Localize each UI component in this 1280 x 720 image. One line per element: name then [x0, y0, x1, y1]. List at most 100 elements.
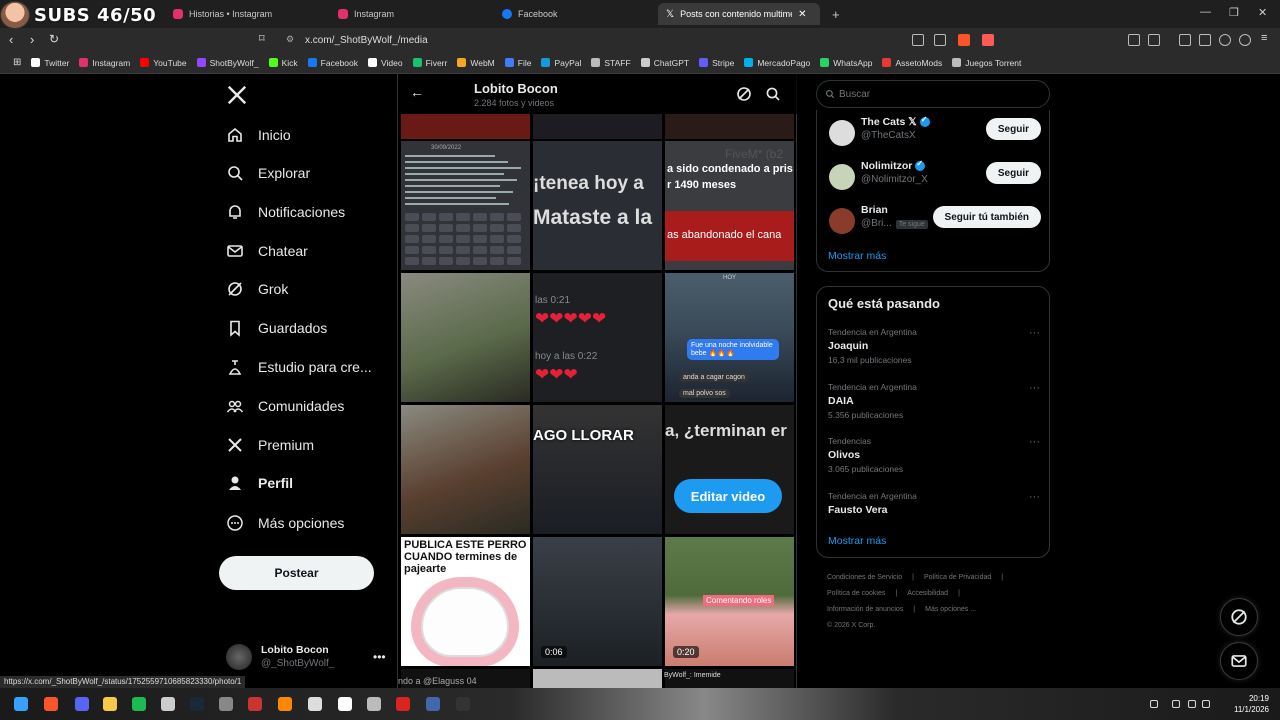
trend-more-icon[interactable]: ···	[1029, 382, 1040, 394]
bookmark-item[interactable]: MercadoPago	[739, 58, 815, 68]
windows-start-icon[interactable]	[14, 697, 28, 711]
tab-facebook[interactable]: Facebook	[494, 3, 654, 25]
bookmark-item[interactable]: Fiverr	[408, 58, 453, 68]
search-icon[interactable]	[765, 86, 781, 102]
media-tile[interactable]: AGO LLORAR	[533, 405, 662, 534]
more-options-link[interactable]: Más opciones ...	[925, 606, 976, 613]
bookmark-item[interactable]: WhatsApp	[815, 58, 877, 68]
file-explorer-icon[interactable]	[103, 697, 117, 711]
app-icon[interactable]	[248, 697, 262, 711]
follow-button[interactable]: Seguir	[985, 118, 1041, 140]
terms-link[interactable]: Condiciones de Servicio	[827, 574, 902, 581]
grok-fab-button[interactable]	[1220, 598, 1258, 636]
nav-item-grok[interactable]: Grok	[226, 274, 288, 304]
bookmark-page-icon[interactable]: ⌑	[259, 32, 265, 45]
x-logo-icon[interactable]	[226, 84, 248, 106]
privacy-link[interactable]: Política de Privacidad	[924, 574, 991, 581]
app-icon[interactable]	[338, 697, 352, 711]
follow-suggestion[interactable]: Nolimitzor @Nolimitzor_X Seguir	[827, 158, 1041, 198]
bookmark-item[interactable]: Instagram	[74, 58, 135, 68]
volume-icon[interactable]	[1202, 700, 1210, 708]
show-more-trends-link[interactable]: Mostrar más	[828, 535, 886, 547]
nav-item-inicio[interactable]: Inicio	[226, 120, 291, 150]
tab-instagram[interactable]: Instagram	[330, 3, 490, 25]
nav-item-perfil[interactable]: Perfil	[226, 468, 293, 498]
follow-suggestion[interactable]: Brian @Bri... Te sigue Seguir tú también	[827, 202, 1041, 242]
follow-suggestion[interactable]: The Cats 𝕏 @TheCatsX Seguir	[827, 114, 1041, 154]
url-input[interactable]: ⚙ x.com/_ShotByWolf_/media	[280, 31, 1000, 49]
bookmark-item[interactable]: PayPal	[536, 58, 586, 68]
tab-groups-icon[interactable]	[1148, 34, 1160, 46]
nav-item-explorar[interactable]: Explorar	[226, 158, 310, 188]
maximize-icon[interactable]: ❐	[1229, 6, 1239, 19]
bookmark-item[interactable]: Video	[363, 58, 408, 68]
sidebar-icon[interactable]	[1179, 34, 1191, 46]
trend-item[interactable]: Tendencia en Argentina Joaquin 16,3 mil pu…	[828, 327, 1040, 377]
follow-button[interactable]: Seguir	[985, 162, 1041, 184]
close-tab-icon[interactable]: ✕	[798, 9, 806, 20]
spotify-icon[interactable]	[132, 697, 146, 711]
media-tile[interactable]	[401, 405, 530, 534]
new-tab-button[interactable]: +	[824, 3, 848, 25]
share-icon[interactable]	[934, 34, 946, 46]
media-tile[interactable]: a, ¿terminan er Editar video	[665, 405, 794, 534]
bookmark-item[interactable]: AssetoMods	[877, 58, 947, 68]
show-more-follows-link[interactable]: Mostrar más	[828, 250, 886, 262]
brave-icon[interactable]	[44, 697, 58, 711]
app-icon[interactable]	[308, 697, 322, 711]
media-tile[interactable]	[401, 114, 530, 139]
app-icon[interactable]	[219, 697, 233, 711]
trend-item[interactable]: Tendencias Olivos 3.065 publicaciones ···	[828, 436, 1040, 486]
bookmark-item[interactable]: WebM	[452, 58, 499, 68]
trend-more-icon[interactable]: ···	[1029, 327, 1040, 339]
edit-video-button[interactable]: Editar video	[674, 479, 782, 513]
media-tile[interactable]: 0:06	[533, 537, 662, 666]
media-tile[interactable]: 30/09/2022	[401, 141, 530, 270]
nav-item-notificaciones[interactable]: Notificaciones	[226, 197, 345, 227]
trend-item[interactable]: Tendencia en Argentina DAIA 5.356 publicac…	[828, 382, 1040, 432]
follow-button[interactable]: Seguir tú también	[932, 206, 1041, 228]
menu-icon[interactable]: ≡	[1261, 32, 1267, 44]
bookmark-item[interactable]: Kick	[264, 58, 303, 68]
taskbar-clock[interactable]: 20:19 11/1/2026	[1225, 693, 1269, 715]
back-icon[interactable]: ‹	[9, 32, 13, 47]
cast-icon[interactable]	[912, 34, 924, 46]
trend-item[interactable]: Tendencia en Argentina Fausto Vera ···	[828, 491, 1040, 541]
bookmark-item[interactable]: File	[500, 58, 537, 68]
bookmark-item[interactable]: YouTube	[135, 58, 191, 68]
nav-item-premium[interactable]: Premium	[226, 430, 314, 460]
site-info-icon[interactable]: ⚙	[286, 34, 294, 45]
apps-grid-icon[interactable]: ⊞	[8, 57, 26, 68]
trend-more-icon[interactable]: ···	[1029, 491, 1040, 503]
media-tile[interactable]	[401, 273, 530, 402]
minimize-icon[interactable]: —	[1200, 6, 1211, 18]
media-tile[interactable]	[533, 669, 662, 688]
messages-fab-button[interactable]	[1220, 642, 1258, 680]
bookmark-item[interactable]: ChatGPT	[636, 58, 694, 68]
bookmark-item[interactable]: Facebook	[303, 58, 363, 68]
bookmark-item[interactable]: STAFF	[586, 58, 635, 68]
nav-item-estudio-para-cre[interactable]: Estudio para cre...	[226, 352, 372, 382]
media-tile[interactable]: ¡tenea hoy a Mataste a la	[533, 141, 662, 270]
network-icon[interactable]	[1188, 700, 1196, 708]
discord-icon[interactable]	[75, 697, 89, 711]
nav-item-guardados[interactable]: Guardados	[226, 313, 327, 343]
media-tile[interactable]: HOY Fue una noche inolvidable bebe 🔥🔥🔥 and…	[665, 273, 794, 402]
trend-more-icon[interactable]: ···	[1029, 436, 1040, 448]
cookies-link[interactable]: Política de cookies	[827, 590, 885, 597]
brave-rewards-icon[interactable]	[982, 34, 994, 46]
leo-ai-icon[interactable]	[1219, 34, 1231, 46]
grok-icon[interactable]	[736, 86, 752, 102]
extensions-icon[interactable]	[1128, 34, 1140, 46]
openai-icon[interactable]	[367, 697, 381, 711]
app-icon[interactable]	[161, 697, 175, 711]
ads-info-link[interactable]: Información de anuncios	[827, 606, 903, 613]
microphone-icon[interactable]	[1172, 700, 1180, 708]
tab-historias[interactable]: Historias • Instagram	[165, 3, 325, 25]
media-tile[interactable]	[665, 114, 794, 139]
post-button[interactable]: Postear	[219, 556, 374, 590]
tab-posts-active[interactable]: 𝕏Posts con contenido multimedia✕	[658, 3, 820, 25]
bookmark-item[interactable]: Twitter	[26, 58, 74, 68]
vpn-icon[interactable]	[1239, 34, 1251, 46]
media-tile[interactable]: FiveM* (b2 a sido condenado a pris r 1490 …	[665, 141, 794, 270]
